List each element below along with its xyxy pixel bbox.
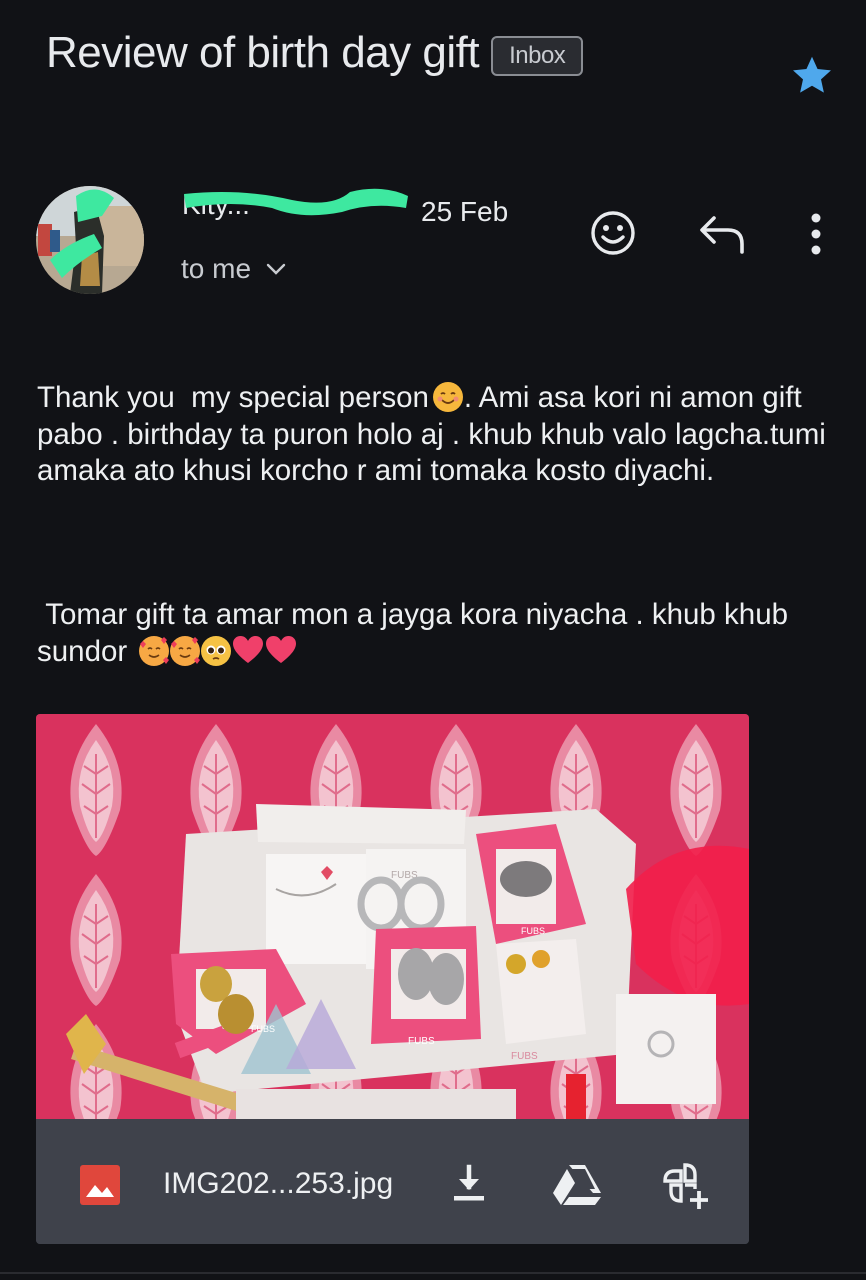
email-date: 25 Feb <box>421 196 509 227</box>
subject-text: Review of birth day gift <box>46 28 480 77</box>
recipient-text: to me <box>181 253 252 284</box>
sender-avatar[interactable] <box>36 186 144 294</box>
download-icon[interactable] <box>451 1163 487 1203</box>
more-vert-icon[interactable] <box>806 210 826 258</box>
add-to-photos-icon[interactable] <box>661 1161 711 1211</box>
attachment-file-name: IMG202...253.jpg <box>163 1167 394 1200</box>
fubs-label: FUBS <box>511 1051 538 1062</box>
inbox-label-badge[interactable]: Inbox <box>491 36 584 76</box>
star-icon[interactable] <box>788 52 836 98</box>
email-subject: Review of birth day gift Inbox <box>46 28 584 78</box>
smiling-hearts-emoji-icon <box>170 635 201 666</box>
add-reaction-icon[interactable] <box>588 208 638 258</box>
red-heart-emoji-icon <box>266 635 297 663</box>
fubs-label: FUBS <box>251 1024 275 1034</box>
email-body-paragraph-2: Tomar gift ta amar mon a jayga kora niya… <box>37 597 837 670</box>
attachment-action-bar: IMG202...253.jpg <box>36 1119 749 1244</box>
divider <box>0 1272 866 1274</box>
smiling-hearts-emoji-icon <box>139 635 170 666</box>
attachment-preview-image[interactable]: FUBS FUBS FUBS FUBS FUBS <box>36 714 749 1119</box>
body-text-1: Thank you my special person <box>37 381 429 414</box>
sender-name-redacted[interactable]: Kity... <box>182 186 408 220</box>
recipient-toggle[interactable]: to me <box>181 253 287 285</box>
red-heart-emoji-icon <box>233 635 264 663</box>
email-body-paragraph-1: Thank you my special person. Ami asa kor… <box>37 380 837 490</box>
fubs-label: FUBS <box>521 926 545 936</box>
google-drive-icon[interactable] <box>551 1163 603 1207</box>
reply-icon[interactable] <box>698 212 746 254</box>
smiling-emoji-icon <box>432 382 463 412</box>
chevron-down-icon <box>266 263 286 275</box>
image-attachment-card[interactable]: FUBS FUBS FUBS FUBS FUBS IMG202...253.jp… <box>36 714 749 1244</box>
pleading-face-emoji-icon <box>201 635 232 666</box>
image-file-icon <box>80 1165 120 1205</box>
fubs-label: FUBS <box>408 1036 435 1047</box>
